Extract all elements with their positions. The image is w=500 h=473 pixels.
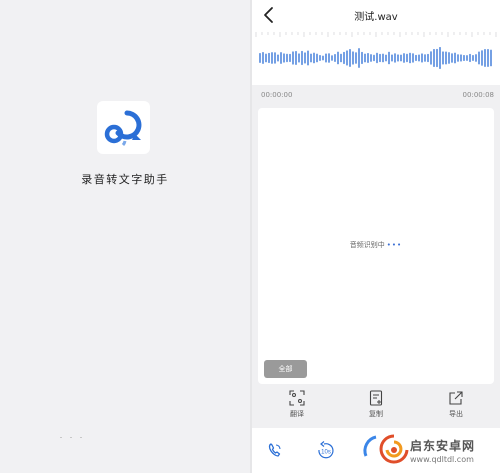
watermark: 启东安卓网 www.qdltdl.com <box>376 428 500 473</box>
watermark-url: www.qdltdl.com <box>410 455 474 464</box>
copy-button[interactable]: 复制 <box>356 390 396 419</box>
time-start: 00:00:00 <box>261 91 293 99</box>
scan-translate-icon <box>289 390 305 406</box>
waveform-area[interactable] <box>252 30 500 85</box>
export-label: 导出 <box>449 410 463 418</box>
phone-button[interactable] <box>267 442 283 462</box>
all-button[interactable]: 全部 <box>264 360 307 378</box>
watermark-logo-icon <box>379 434 409 464</box>
loading-dots: ••• <box>386 241 403 249</box>
export-icon <box>449 391 463 405</box>
decorative-dot <box>60 437 62 438</box>
decorative-dot <box>70 437 72 438</box>
rewind-10s-icon: 10s <box>318 441 334 459</box>
file-title: 测试.wav <box>354 12 398 23</box>
waveform <box>255 32 497 70</box>
app-logo <box>97 101 150 154</box>
time-end: 00:00:08 <box>462 91 494 99</box>
speech-bubble-logo-icon <box>104 110 142 147</box>
decorative-dot <box>80 437 82 438</box>
app-name: 录音转文字助手 <box>81 173 169 186</box>
transcription-screen: 测试.wav 00:00:00 00:00:08 音频识别中••• 全部 翻译 <box>252 0 500 473</box>
recognition-status: 音频识别中 ••• <box>258 240 494 250</box>
rewind-10s-button[interactable]: 10s <box>315 441 337 463</box>
translate-button[interactable]: 翻译 <box>277 390 317 419</box>
translate-label: 翻译 <box>290 410 304 418</box>
transcript-card: 音频识别中 ••• 全部 <box>258 108 494 384</box>
rewind-label: 10s <box>321 450 331 456</box>
copy-document-icon <box>369 390 383 406</box>
watermark-text: 启东安卓网 <box>410 439 476 453</box>
export-button[interactable]: 导出 <box>436 390 476 419</box>
phone-icon <box>268 443 281 457</box>
top-bar: 测试.wav <box>252 0 500 30</box>
status-label: 音频识别中 <box>349 241 385 249</box>
copy-label: 复制 <box>369 410 383 418</box>
action-toolbar: 翻译 复制 导出 <box>252 386 500 426</box>
splash-panel: 录音转文字助手 <box>0 0 250 473</box>
